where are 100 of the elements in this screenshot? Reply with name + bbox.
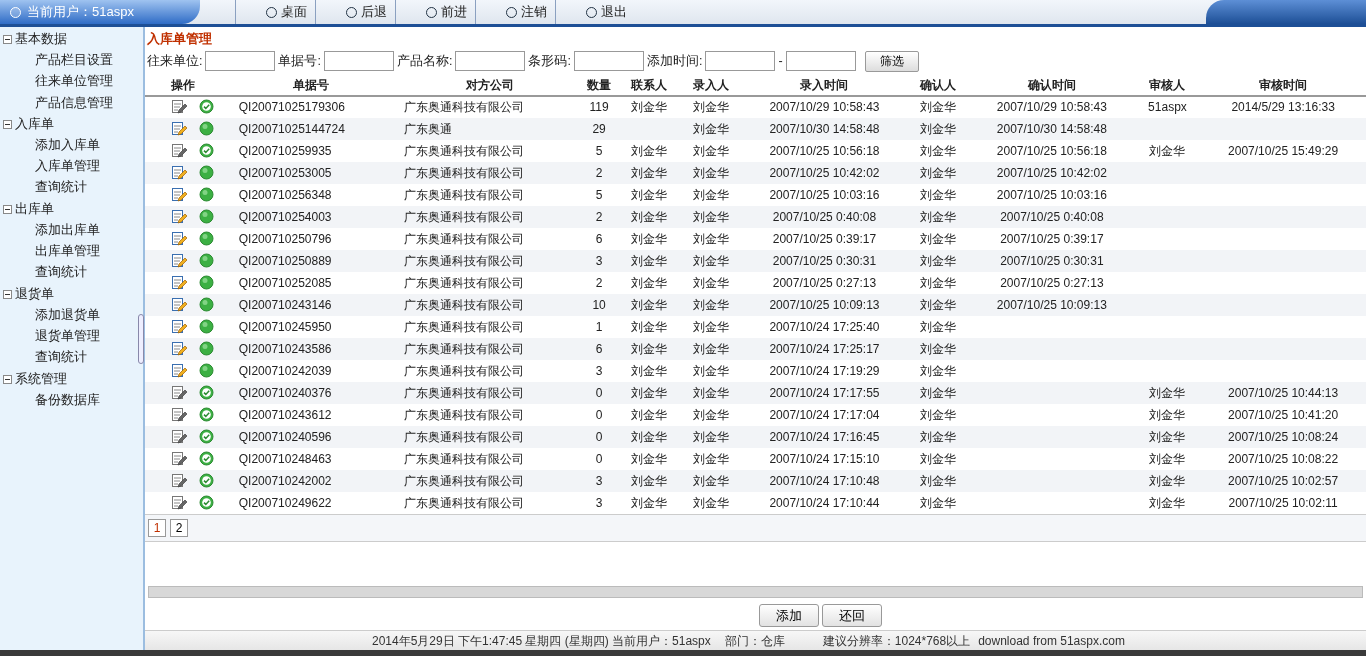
edit-document-icon[interactable] [170,274,187,291]
nav-button[interactable]: 桌面 [235,0,315,24]
sidebar-item[interactable]: 添加退货单 [35,304,100,326]
check-circle-icon[interactable] [198,406,214,423]
sidebar-item[interactable]: 入库单管理 [35,156,100,178]
sidebar-group[interactable]: 系统管理 [0,368,143,390]
table-cell: 刘金华 [920,495,957,510]
table-cell: 2007/10/25 0:40:08 [1000,209,1104,224]
table-cell: 刘金华 [692,165,729,180]
page-button[interactable]: 2 [170,518,188,537]
table-cell: 刘金华 [1149,451,1186,466]
locked-document-icon[interactable] [170,142,187,159]
sidebar-group-label: 出库单 [15,200,54,218]
action-button[interactable]: 还回 [822,604,882,627]
check-circle-icon[interactable] [198,142,214,159]
sidebar-item[interactable]: 查询统计 [35,262,87,284]
table-cell: 刘金华 [692,187,729,202]
page-button[interactable]: 1 [148,518,166,537]
check-circle-icon[interactable] [198,428,214,445]
table-cell: 广东奥通科技有限公司 [404,209,525,224]
edit-document-icon[interactable] [170,208,187,225]
sidebar-group[interactable]: 出库单 [0,198,143,220]
table-cell: 刘金华 [692,473,729,488]
table-cell: 51aspx [1148,100,1187,114]
sidebar-item[interactable]: 产品栏目设置 [35,50,113,72]
table-cell: 广东奥通科技有限公司 [404,253,525,268]
sidebar-item[interactable]: 查询统计 [35,347,87,369]
sidebar-group[interactable]: 退货单 [0,283,143,305]
status-dot-icon[interactable] [198,318,214,335]
locked-document-icon[interactable] [170,428,187,445]
table-cell: 2007/10/25 10:56:18 [769,143,880,158]
sidebar-item[interactable]: 添加入库单 [35,134,100,157]
edit-document-icon[interactable] [170,164,187,181]
sidebar-item[interactable]: 添加出库单 [35,219,100,242]
sidebar-group[interactable]: 基本数据 [0,29,143,50]
edit-document-icon[interactable] [170,120,187,137]
splitter-handle[interactable] [138,313,144,364]
edit-document-icon[interactable] [170,186,187,203]
input-field[interactable] [785,51,856,71]
input-field[interactable] [455,51,526,71]
table-cell: 2007/10/25 0:27:13 [772,275,877,290]
sidebar-group[interactable]: 入库单 [0,113,143,135]
sidebar-item[interactable]: 出库单管理 [35,241,100,263]
filter-label: 产品名称: [396,52,453,70]
nav-button[interactable]: 后退 [315,0,395,24]
check-circle-icon[interactable] [198,384,214,401]
check-circle-icon[interactable] [198,99,214,115]
sidebar-item[interactable]: 查询统计 [35,177,87,199]
table-cell: 刘金华 [920,297,957,312]
sidebar-item[interactable]: 往来单位管理 [35,71,113,93]
table-cell: 刘金华 [692,407,729,422]
nav-button[interactable]: 前进 [395,0,475,24]
table-cell: 刘金华 [631,209,667,224]
table-cell: 刘金华 [920,275,957,290]
filter-label: 往来单位: [147,52,203,70]
locked-document-icon[interactable] [170,406,187,423]
sidebar-item[interactable]: 退货单管理 [35,325,100,348]
filter-button[interactable]: 筛选 [864,50,919,72]
edit-document-icon[interactable] [170,230,187,247]
locked-document-icon[interactable] [170,384,187,401]
edit-document-icon[interactable] [170,252,187,269]
locked-document-icon[interactable] [170,494,187,511]
locked-document-icon[interactable] [170,472,187,489]
table-cell: 刘金华 [920,319,957,334]
table-cell: QI200710242002 [238,473,332,488]
input-field[interactable] [205,51,276,71]
status-dot-icon[interactable] [198,362,214,379]
edit-document-icon[interactable] [170,340,187,357]
nav-button[interactable]: 注销 [475,0,555,24]
status-dot-icon[interactable] [198,296,214,313]
table-cell: 刘金华 [920,121,957,136]
action-button[interactable]: 添加 [759,604,819,627]
edit-document-icon[interactable] [170,296,187,313]
check-circle-icon[interactable] [198,450,214,467]
edit-document-icon[interactable] [170,318,187,335]
input-field[interactable] [323,51,394,71]
status-dot-icon[interactable] [198,120,214,137]
status-dot-icon[interactable] [198,274,214,291]
input-field[interactable] [573,51,644,71]
status-dot-icon[interactable] [198,164,214,181]
status-dot-icon[interactable] [198,340,214,357]
status-dot-icon[interactable] [198,252,214,269]
locked-document-icon[interactable] [170,99,187,115]
locked-document-icon[interactable] [170,450,187,467]
table-cell: 刘金华 [692,319,729,334]
input-field[interactable] [705,51,776,71]
table-cell: 2007/10/24 17:10:44 [769,495,880,510]
sidebar-item[interactable]: 产品信息管理 [35,92,113,114]
table-cell: QI200710250889 [238,253,332,268]
check-circle-icon[interactable] [198,494,214,511]
status-dot-icon[interactable] [198,208,214,225]
table-cell: 广东奥通科技有限公司 [404,429,525,444]
status-dot-icon[interactable] [198,186,214,203]
check-circle-icon[interactable] [198,472,214,489]
horizontal-scrollbar[interactable] [148,586,1363,598]
nav-button[interactable]: 退出 [555,0,635,24]
edit-document-icon[interactable] [170,362,187,379]
sidebar-item[interactable]: 备份数据库 [35,389,100,411]
sidebar-group-label: 基本数据 [15,31,67,48]
status-dot-icon[interactable] [198,230,214,247]
